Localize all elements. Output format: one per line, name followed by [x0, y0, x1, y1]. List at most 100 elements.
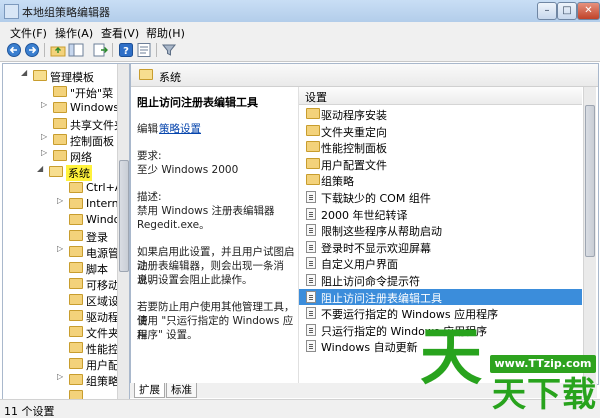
minimize-button[interactable]: – — [537, 2, 557, 20]
tree-item[interactable]: ◢ 管理模板 — [3, 68, 117, 84]
policy-setting-icon — [306, 191, 316, 203]
svg-text:?: ? — [123, 46, 129, 57]
description-line: 禁用 Windows 注册表编辑器 — [137, 205, 275, 217]
tree-item[interactable]: ▷ Windows — [3, 100, 119, 116]
tree-item[interactable]: ▷ Intern — [3, 196, 119, 212]
watermark-small-text: 天下载 — [492, 375, 597, 415]
back-icon[interactable] — [6, 42, 22, 58]
folder-icon — [33, 70, 47, 81]
tree-item-label: 管理模板 — [50, 71, 94, 84]
tree-item[interactable]: 可移动 — [3, 276, 119, 292]
policy-setting-icon — [306, 257, 316, 270]
folder-icon — [53, 134, 67, 145]
folder-icon — [49, 166, 63, 177]
policy-description-panel: 阻止访问注册表编辑工具 编辑 策略设置 要求: 至少 Windows 2000 … — [133, 87, 298, 383]
folder-icon — [69, 342, 83, 353]
settings-folder-row[interactable]: 文件夹重定向 — [299, 123, 582, 139]
filter-icon[interactable] — [161, 42, 177, 58]
forward-icon[interactable] — [24, 42, 40, 58]
tab-standard[interactable]: 标准 — [166, 383, 197, 398]
column-header-label: 设置 — [305, 91, 327, 104]
menu-help[interactable]: 帮助(H) — [146, 25, 185, 41]
settings-folder-row[interactable]: 驱动程序安装 — [299, 106, 582, 122]
tree-scrollbar-thumb[interactable] — [119, 160, 129, 272]
expand-arrow-icon[interactable]: ▷ — [57, 244, 66, 253]
tree-item-label: 组策略 — [86, 375, 119, 388]
tree-item[interactable]: Windo — [3, 212, 120, 228]
title-bar: 本地组策略编辑器 – □ ✕ — [0, 0, 600, 23]
policy-setting-row[interactable]: 自定义用户界面 — [299, 255, 582, 271]
tree-item[interactable]: Ctrl+A — [3, 180, 122, 196]
menu-file[interactable]: 文件(F) — [10, 25, 47, 41]
expand-arrow-icon[interactable]: ▷ — [41, 148, 50, 157]
folder-icon — [306, 157, 320, 169]
tree-scrollbar[interactable] — [117, 64, 129, 399]
collapse-arrow-icon[interactable]: ◢ — [21, 68, 30, 77]
setting-label: 文件夹重定向 — [321, 125, 387, 139]
edit-policy-link[interactable]: 策略设置 — [159, 122, 201, 136]
tree-item[interactable]: 驱动程 — [3, 308, 119, 324]
tree-item[interactable]: 用户配 — [3, 356, 119, 372]
policy-setting-row[interactable]: 不要运行指定的 Windows 应用程序 — [299, 305, 582, 321]
window-title: 本地组策略编辑器 — [22, 6, 110, 19]
description-line: 程序" 设置。 — [137, 329, 198, 341]
tree-item[interactable]: 区域设 — [3, 292, 119, 308]
watermark-logo: 天 www.TTzip.com 天下载 — [420, 322, 598, 414]
up-folder-icon[interactable] — [50, 42, 66, 58]
tab-extended[interactable]: 扩展 — [134, 383, 165, 398]
policy-setting-row[interactable]: 2000 年世纪转译 — [299, 206, 582, 222]
help-icon[interactable]: ? — [118, 42, 134, 58]
menu-action[interactable]: 操作(A) — [55, 25, 93, 41]
close-button[interactable]: ✕ — [577, 2, 600, 20]
folder-icon — [306, 124, 320, 136]
settings-folder-row[interactable]: 用户配置文件 — [299, 156, 582, 172]
tree-item[interactable]: ▷ 电源管 — [3, 244, 119, 260]
list-scrollbar-thumb[interactable] — [585, 105, 595, 257]
tree-item[interactable]: 文件夹 — [3, 324, 119, 340]
maximize-button[interactable]: □ — [557, 2, 577, 20]
folder-icon — [69, 246, 83, 257]
folder-icon — [306, 174, 320, 186]
policy-setting-row[interactable]: 限制这些程序从帮助启动 — [299, 222, 582, 238]
expand-arrow-icon[interactable]: ▷ — [57, 196, 66, 205]
description-line: Regedit.exe。 — [137, 219, 210, 231]
export-list-icon[interactable] — [92, 42, 108, 58]
expand-arrow-icon[interactable]: ▷ — [41, 100, 50, 109]
folder-icon — [69, 310, 83, 321]
collapse-arrow-icon[interactable]: ◢ — [37, 164, 46, 173]
settings-folder-row[interactable]: 组策略 — [299, 172, 582, 188]
tree-item[interactable]: 共享文件夹 — [3, 116, 125, 132]
tree-item[interactable]: 脚本 — [3, 260, 117, 276]
properties-icon[interactable] — [136, 42, 152, 58]
column-header-setting[interactable]: 设置 — [299, 87, 582, 105]
show-hide-tree-icon[interactable] — [68, 42, 84, 58]
expand-arrow-icon[interactable]: ▷ — [57, 372, 66, 381]
policy-setting-row[interactable]: 登录时不显示欢迎屏幕 — [299, 239, 582, 255]
expand-arrow-icon[interactable]: ▷ — [41, 132, 50, 141]
folder-icon — [69, 326, 83, 337]
menu-view[interactable]: 查看(V) — [101, 25, 139, 41]
settings-folder-row[interactable]: 性能控制面板 — [299, 139, 582, 155]
tree-item[interactable]: ◢ 系统 — [3, 164, 117, 181]
edit-prefix: 编辑 — [137, 123, 158, 135]
tree-item-label: 区域设 — [86, 295, 119, 308]
policy-setting-row[interactable]: 阻止访问命令提示符 — [299, 272, 582, 288]
tree-item[interactable]: ▷ 网络 — [3, 148, 117, 164]
tree-item[interactable]: ▷ 控制面板 — [3, 132, 117, 148]
setting-label: 2000 年世纪转译 — [321, 208, 408, 222]
policy-setting-icon — [306, 323, 316, 336]
folder-icon — [306, 141, 320, 153]
tree-item[interactable]: 性能控 — [3, 340, 119, 356]
tree-item[interactable]: "开始"菜 — [3, 84, 117, 100]
tree-item[interactable]: ▷ 组策略 — [3, 372, 119, 388]
folder-icon — [53, 102, 67, 113]
tree-item[interactable]: 登录 — [3, 228, 117, 244]
tree-item-label: 性能控 — [86, 343, 119, 356]
policy-editor-app-icon — [4, 4, 19, 19]
tree-item-label: "开始"菜 — [70, 87, 114, 100]
toolbar-separator — [44, 43, 45, 57]
tree-item-label: 脚本 — [86, 263, 108, 276]
policy-setting-row[interactable]: 下载缺少的 COM 组件 — [299, 189, 582, 205]
policy-setting-row[interactable]: 阻止访问注册表编辑工具 — [299, 288, 582, 305]
folder-icon — [69, 262, 83, 273]
